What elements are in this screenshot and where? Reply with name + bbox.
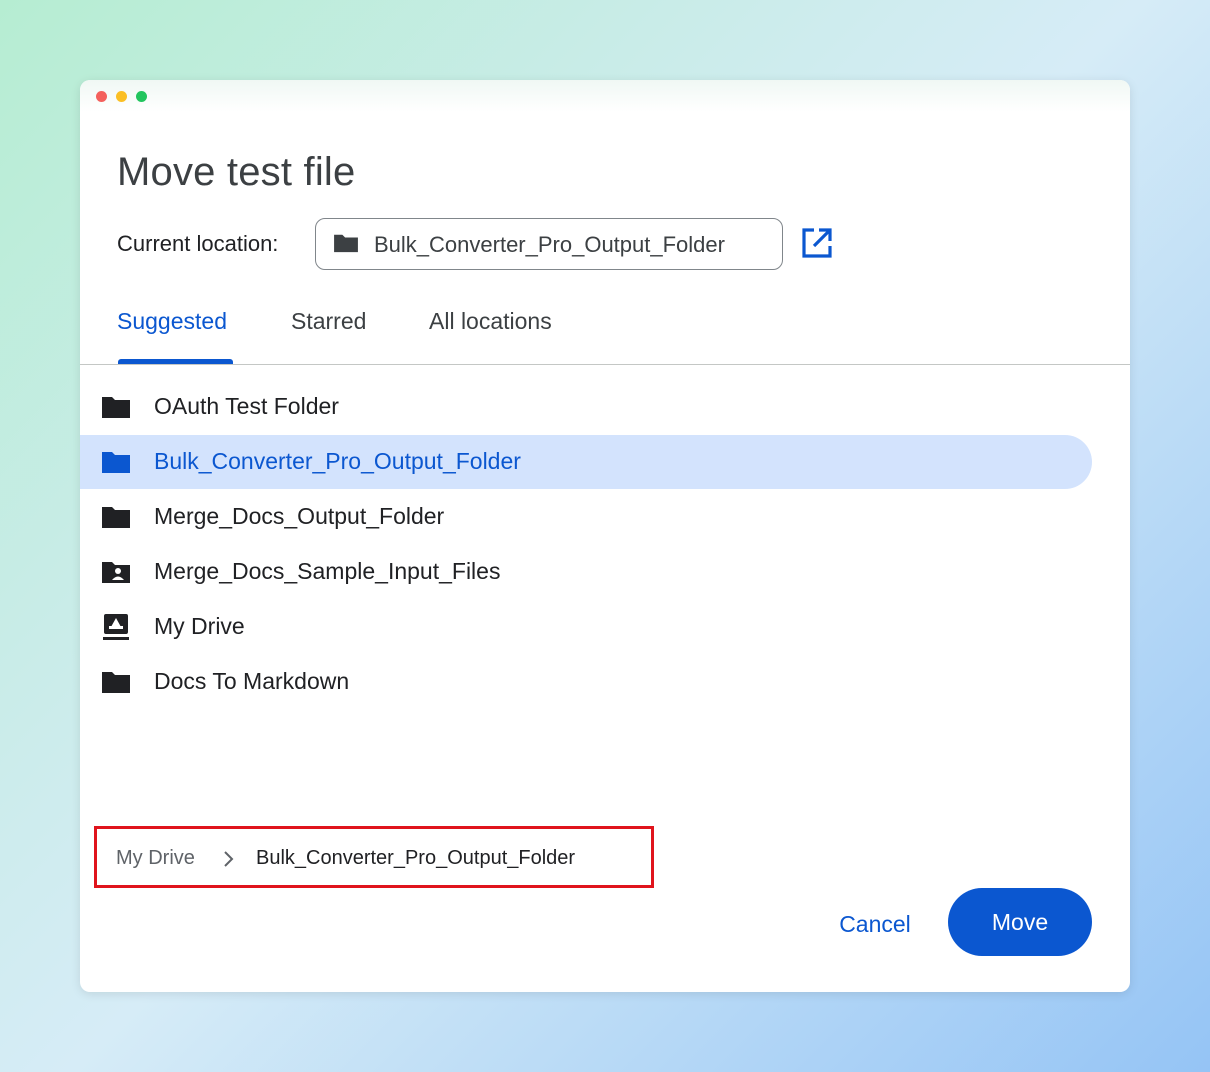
folder-icon bbox=[102, 507, 130, 528]
tabs-divider bbox=[80, 364, 1130, 365]
minimize-window-dot[interactable] bbox=[116, 91, 127, 102]
dialog-title: Move test file bbox=[117, 150, 356, 194]
folder-row-label: Merge_Docs_Output_Folder bbox=[154, 503, 445, 529]
shared-folder-icon bbox=[102, 562, 130, 583]
folder-icon bbox=[102, 397, 130, 418]
tab-suggested[interactable]: Suggested bbox=[117, 308, 227, 335]
breadcrumb: My Drive Bulk_Converter_Pro_Output_Folde… bbox=[94, 826, 654, 888]
folder-icon bbox=[102, 672, 130, 693]
current-location-chip[interactable]: Bulk_Converter_Pro_Output_Folder bbox=[315, 218, 783, 270]
move-dialog-window: Move test file Current location: Bulk_Co… bbox=[80, 80, 1130, 992]
folder-row-label: Merge_Docs_Sample_Input_Files bbox=[154, 558, 501, 584]
folder-row-label: Docs To Markdown bbox=[154, 668, 350, 694]
chevron-right-icon bbox=[224, 851, 234, 867]
tab-starred[interactable]: Starred bbox=[291, 308, 366, 335]
location-tabs: Suggested Starred All locations bbox=[80, 300, 1130, 366]
folder-row-my-drive[interactable]: My Drive bbox=[80, 600, 1092, 654]
my-drive-icon bbox=[103, 614, 129, 640]
maximize-window-dot[interactable] bbox=[136, 91, 147, 102]
open-in-new-icon[interactable] bbox=[799, 225, 835, 261]
folder-icon bbox=[334, 234, 358, 253]
folder-row-label: Bulk_Converter_Pro_Output_Folder bbox=[154, 448, 521, 474]
folder-row-merge-docs-output-folder[interactable]: Merge_Docs_Output_Folder bbox=[80, 490, 1092, 544]
tab-all-locations[interactable]: All locations bbox=[429, 308, 552, 335]
folder-row-bulk-converter-pro-output-folder[interactable]: Bulk_Converter_Pro_Output_Folder bbox=[80, 435, 1092, 489]
current-location-value: Bulk_Converter_Pro_Output_Folder bbox=[374, 232, 725, 257]
move-button[interactable]: Move bbox=[948, 888, 1092, 956]
cancel-button[interactable]: Cancel bbox=[820, 904, 930, 944]
window-titlebar bbox=[80, 80, 1130, 112]
folder-row-label: My Drive bbox=[154, 613, 245, 639]
current-location-label: Current location: bbox=[117, 231, 279, 256]
breadcrumb-root[interactable]: My Drive bbox=[116, 847, 195, 870]
folder-row-oauth-test-folder[interactable]: OAuth Test Folder bbox=[80, 380, 1092, 434]
breadcrumb-current: Bulk_Converter_Pro_Output_Folder bbox=[256, 847, 576, 869]
folder-row-docs-to-markdown[interactable]: Docs To Markdown bbox=[80, 655, 1092, 709]
folder-row-label: OAuth Test Folder bbox=[154, 393, 339, 419]
close-window-dot[interactable] bbox=[96, 91, 107, 102]
folder-row-merge-docs-sample-input-files[interactable]: Merge_Docs_Sample_Input_Files bbox=[80, 545, 1092, 599]
folder-icon bbox=[102, 452, 130, 473]
